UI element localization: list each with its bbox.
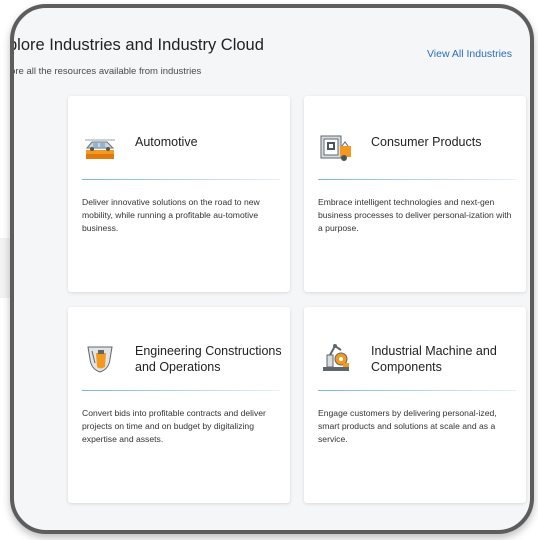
card-description: Convert bids into profitable contracts a… xyxy=(82,408,266,445)
industry-card-automotive[interactable]: Automotive Deliver innovative solutions … xyxy=(68,96,290,292)
card-divider xyxy=(318,390,516,391)
construction-icon xyxy=(83,341,117,375)
car-icon xyxy=(83,130,117,164)
card-description: Engage customers by delivering personal-… xyxy=(318,408,497,445)
industry-card-consumer-products[interactable]: Consumer Products Embrace intelligent te… xyxy=(304,96,526,292)
industrial-machine-icon xyxy=(319,341,353,375)
card-divider xyxy=(82,179,280,180)
page-title: plore Industries and Industry Cloud xyxy=(10,36,264,54)
card-description: Deliver innovative solutions on the road… xyxy=(82,197,260,234)
card-title: Industrial Machine and Components xyxy=(371,344,497,374)
card-description: Embrace intelligent technologies and nex… xyxy=(318,197,512,234)
card-title: Consumer Products xyxy=(371,135,482,149)
view-all-industries-link[interactable]: View All Industries xyxy=(427,48,512,60)
industry-card-engineering-construction[interactable]: Engineering Constructions and Operations… xyxy=(68,307,290,503)
card-title: Automotive xyxy=(135,135,198,149)
card-divider xyxy=(318,179,516,180)
industry-card-industrial-machine[interactable]: Industrial Machine and Components Engage… xyxy=(304,307,526,503)
card-divider xyxy=(82,390,280,391)
card-title: Engineering Constructions and Operations xyxy=(135,344,282,374)
consumer-products-icon xyxy=(319,130,353,164)
industries-panel: plore Industries and Industry Cloud lore… xyxy=(10,4,534,534)
page-subtitle: lore all the resources available from in… xyxy=(10,66,202,77)
